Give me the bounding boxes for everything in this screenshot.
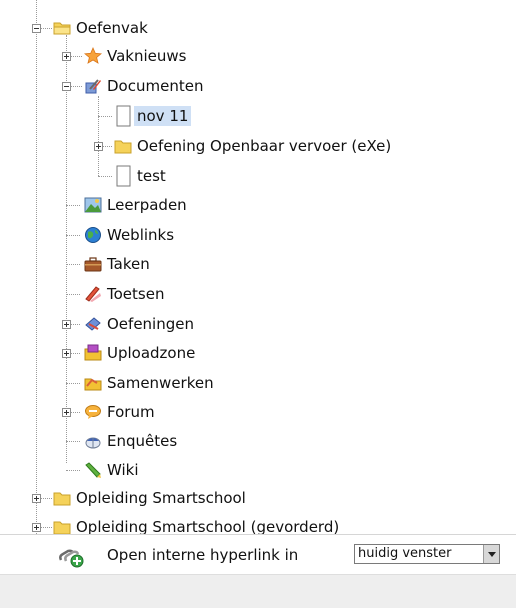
tree-line [66, 35, 67, 463]
tree-node-forum[interactable]: Forum [84, 399, 155, 425]
tree-line [66, 294, 80, 295]
expand-toggle-opleiding-smartschool[interactable] [32, 494, 41, 503]
window-target-select[interactable]: huidig venster [354, 544, 500, 564]
wiki-pencil-icon [84, 461, 102, 479]
tree-node-taken[interactable]: Taken [84, 251, 150, 277]
tree-node-leerpaden[interactable]: Leerpaden [84, 192, 187, 218]
tree-line [66, 264, 80, 265]
tree-node-weblinks[interactable]: Weblinks [84, 222, 174, 248]
document-page-icon [114, 105, 132, 127]
tree-node-label: Oefenvak [76, 19, 148, 37]
tree-line [66, 205, 80, 206]
tree-line [66, 441, 80, 442]
tree-line [66, 470, 80, 471]
tree-node-oefeningen[interactable]: Oefeningen [84, 311, 194, 337]
expand-toggle-vaknieuws[interactable] [62, 52, 71, 61]
hyperlink-options-bar: Open interne hyperlink in huidig venster [0, 534, 516, 575]
expand-toggle-opleiding-smartschool-gevorderd[interactable] [32, 523, 41, 532]
expand-toggle-oefeningen[interactable] [62, 320, 71, 329]
tree-node-toetsen[interactable]: Toetsen [84, 281, 164, 307]
folder-icon [53, 489, 71, 507]
briefcase-icon [84, 255, 102, 273]
tree-node-label: Opleiding Smartschool (gevorderd) [76, 518, 340, 534]
test-pencil-icon [84, 285, 102, 303]
tree-node-label: Wiki [107, 461, 139, 479]
chat-bubble-icon [84, 403, 102, 421]
tree-node-vaknieuws[interactable]: Vaknieuws [84, 43, 186, 69]
upload-folder-icon [84, 344, 102, 362]
tree-line [98, 96, 99, 176]
expand-toggle-uploadzone[interactable] [62, 349, 71, 358]
collaborate-folder-icon [84, 374, 102, 392]
folder-icon [114, 137, 132, 155]
tree-node-oefenvak[interactable]: Oefenvak [53, 15, 148, 41]
learning-path-icon [84, 196, 102, 214]
footer-strip [0, 574, 516, 608]
tree-node-label: Oefening Openbaar vervoer (eXe) [137, 137, 392, 155]
tree-node-test[interactable]: test [114, 163, 166, 189]
exercise-icon [84, 315, 102, 333]
tree-node-label-selected: nov 11 [134, 106, 192, 126]
tree-line [66, 383, 80, 384]
tree-node-label: test [137, 167, 166, 185]
survey-mouse-icon [84, 432, 102, 450]
tree-node-label: Uploadzone [107, 344, 196, 362]
tree-node-label: Toetsen [107, 285, 165, 303]
window-target-value: huidig venster [358, 546, 452, 561]
page: Oefenvak Vaknieuws Documenten nov 11 Oef… [0, 0, 516, 608]
tree-node-label: Opleiding Smartschool [76, 489, 246, 507]
tree-node-uploadzone[interactable]: Uploadzone [84, 340, 195, 366]
tree-node-label: Leerpaden [107, 196, 187, 214]
tree-line [66, 235, 80, 236]
tree-node-nov-11[interactable]: nov 11 [114, 103, 192, 129]
add-link-icon[interactable] [58, 544, 84, 568]
tree-node-label: Vaknieuws [107, 47, 187, 65]
tree-node-wiki[interactable]: Wiki [84, 457, 139, 483]
course-tree: Oefenvak Vaknieuws Documenten nov 11 Oef… [0, 0, 516, 534]
tree-line [36, 0, 37, 495]
document-page-icon [114, 165, 132, 187]
tree-node-opleiding-smartschool[interactable]: Opleiding Smartschool [53, 485, 246, 511]
folder-open-icon [53, 19, 71, 37]
expand-toggle-forum[interactable] [62, 408, 71, 417]
tree-node-opleiding-smartschool-gevorderd[interactable]: Opleiding Smartschool (gevorderd) [53, 514, 339, 534]
tree-node-label: Taken [107, 255, 150, 273]
tree-line [98, 176, 112, 177]
star-icon [84, 47, 102, 65]
tree-node-label: Enquêtes [107, 432, 178, 450]
dropdown-arrow-icon[interactable] [483, 545, 499, 563]
tree-node-enquetes[interactable]: Enquêtes [84, 428, 177, 454]
collapse-toggle-oefenvak[interactable] [32, 24, 41, 33]
documents-tools-icon [84, 77, 102, 95]
tree-node-label: Documenten [107, 77, 204, 95]
tree-node-label: Weblinks [107, 226, 175, 244]
tree-node-label: Samenwerken [107, 374, 214, 392]
globe-icon [84, 226, 102, 244]
tree-node-samenwerken[interactable]: Samenwerken [84, 370, 214, 396]
tree-node-oefening-openbaar-vervoer[interactable]: Oefening Openbaar vervoer (eXe) [114, 133, 391, 159]
collapse-toggle-documenten[interactable] [62, 82, 71, 91]
hyperlink-target-label: Open interne hyperlink in [107, 546, 299, 564]
tree-line [98, 116, 112, 117]
tree-node-label: Forum [107, 403, 155, 421]
folder-icon [53, 518, 71, 534]
expand-toggle-oefening-openbaar-vervoer[interactable] [94, 142, 103, 151]
tree-node-label: Oefeningen [107, 315, 194, 333]
tree-node-documenten[interactable]: Documenten [84, 73, 203, 99]
